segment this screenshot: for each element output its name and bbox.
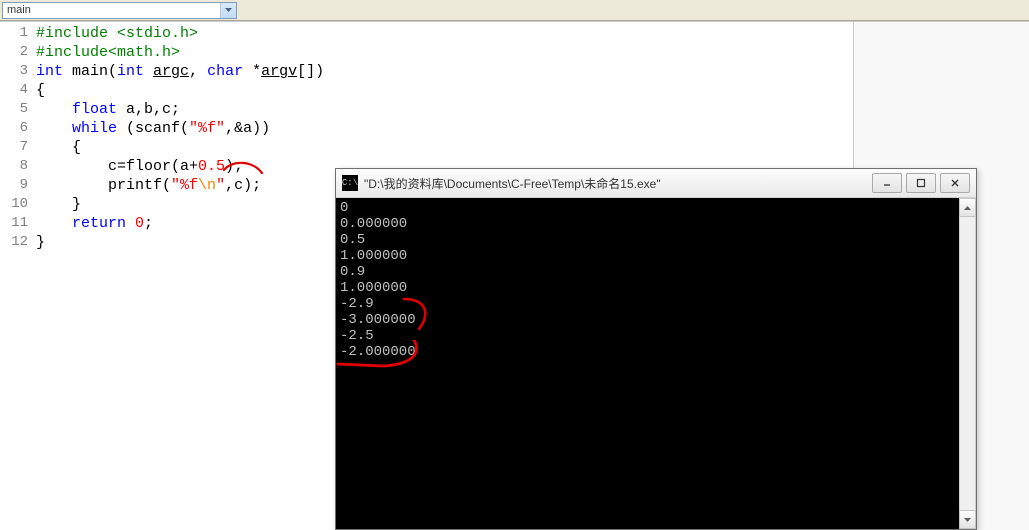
- code-line[interactable]: 5 float a,b,c;: [0, 100, 853, 119]
- line-number: 7: [0, 138, 36, 157]
- code-content[interactable]: float a,b,c;: [36, 100, 853, 119]
- close-button[interactable]: [940, 173, 970, 193]
- line-number: 3: [0, 62, 36, 81]
- symbol-dropdown-value: main: [7, 4, 31, 16]
- chevron-down-icon[interactable]: [220, 3, 236, 18]
- console-output: 0 0.000000 0.5 1.000000 0.9 1.000000 -2.…: [336, 198, 959, 529]
- maximize-button[interactable]: [906, 173, 936, 193]
- scroll-down-button[interactable]: [959, 510, 976, 529]
- console-text: 0 0.000000 0.5 1.000000 0.9 1.000000 -2.…: [340, 200, 955, 360]
- code-line[interactable]: 7 {: [0, 138, 853, 157]
- line-number: 4: [0, 81, 36, 100]
- code-line[interactable]: 1#include <stdio.h>: [0, 24, 853, 43]
- console-window: C:\ "D:\我的资料库\Documents\C-Free\Temp\未命名1…: [335, 168, 977, 530]
- code-line[interactable]: 3int main(int argc, char *argv[]): [0, 62, 853, 81]
- line-number: 5: [0, 100, 36, 119]
- code-content[interactable]: #include <stdio.h>: [36, 24, 853, 43]
- minimize-button[interactable]: [872, 173, 902, 193]
- line-number: 1: [0, 24, 36, 43]
- console-titlebar[interactable]: C:\ "D:\我的资料库\Documents\C-Free\Temp\未命名1…: [336, 169, 976, 198]
- console-scrollbar[interactable]: [959, 198, 976, 529]
- code-line[interactable]: 2#include<math.h>: [0, 43, 853, 62]
- line-number: 6: [0, 119, 36, 138]
- code-content[interactable]: {: [36, 81, 853, 100]
- scroll-track[interactable]: [959, 217, 976, 510]
- code-content[interactable]: #include<math.h>: [36, 43, 853, 62]
- line-number: 2: [0, 43, 36, 62]
- symbol-dropdown[interactable]: main: [2, 2, 237, 19]
- line-number: 9: [0, 176, 36, 195]
- console-app-icon: C:\: [342, 175, 358, 191]
- line-number: 11: [0, 214, 36, 233]
- code-content[interactable]: int main(int argc, char *argv[]): [36, 62, 853, 81]
- code-line[interactable]: 4{: [0, 81, 853, 100]
- line-number: 10: [0, 195, 36, 214]
- code-content[interactable]: {: [36, 138, 853, 157]
- console-title: "D:\我的资料库\Documents\C-Free\Temp\未命名15.ex…: [364, 175, 872, 192]
- code-line[interactable]: 6 while (scanf("%f",&a)): [0, 119, 853, 138]
- line-number: 12: [0, 233, 36, 252]
- line-number: 8: [0, 157, 36, 176]
- toolbar: main: [0, 0, 1029, 21]
- scroll-up-button[interactable]: [959, 198, 976, 217]
- code-content[interactable]: while (scanf("%f",&a)): [36, 119, 853, 138]
